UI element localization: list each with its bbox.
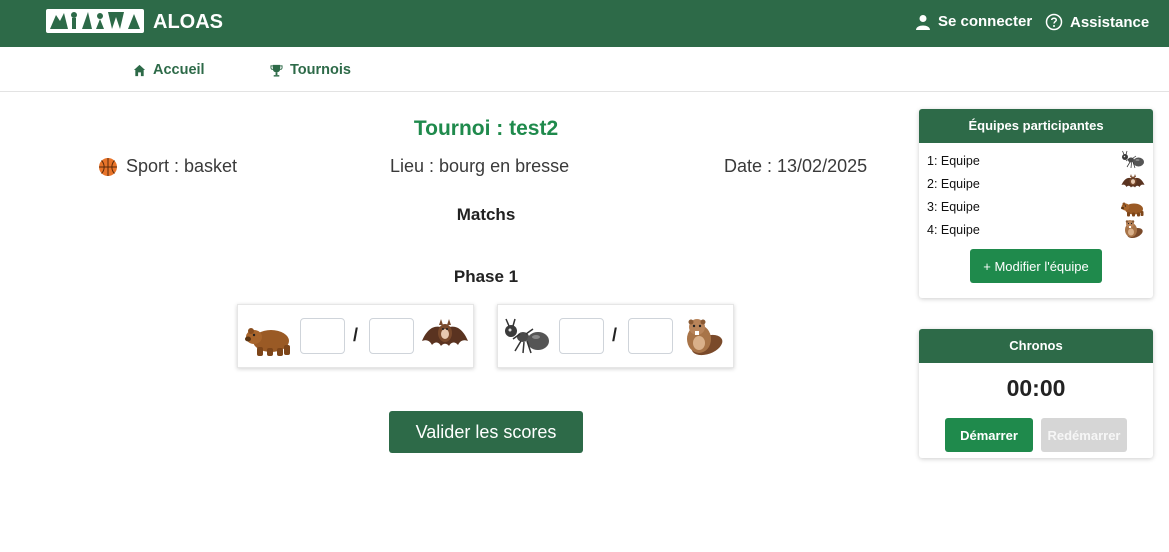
beaver-icon <box>679 315 727 359</box>
timer-display: 00:00 <box>1006 375 1066 401</box>
date-info: Date : 13/02/2025 <box>724 156 867 177</box>
score-input-team-b[interactable] <box>628 318 673 354</box>
score-separator: / <box>612 325 618 345</box>
score-separator: / <box>353 325 359 345</box>
nav-home-label: Accueil <box>153 62 205 78</box>
trophy-icon <box>270 64 283 77</box>
nav-item-home[interactable]: Accueil <box>133 62 205 78</box>
team-label: 4: Equipe <box>927 223 980 237</box>
place-label: Lieu : bourg en bresse <box>390 156 570 176</box>
nav-tournaments-label: Tournois <box>290 62 351 78</box>
nav-bar: Accueil Tournois <box>0 47 1169 92</box>
score-input-team-a[interactable] <box>559 318 604 354</box>
teams-panel: Équipes participantes 1: Equipe 2: Equip… <box>919 109 1153 298</box>
nav-item-tournaments[interactable]: Tournois <box>270 62 351 78</box>
matches-heading: Matchs <box>456 205 516 224</box>
page-title: Tournoi : test2 <box>413 117 559 140</box>
validate-scores-button[interactable]: Valider les scores <box>389 411 583 453</box>
match-card: / <box>237 304 474 368</box>
bear-icon <box>245 315 293 359</box>
ant-icon <box>1121 150 1145 170</box>
chronos-title: Chronos <box>919 329 1153 363</box>
team-label: 3: Equipe <box>927 200 980 214</box>
chronos-panel: Chronos 00:00 Démarrer Redémarrer <box>919 329 1153 458</box>
question-circle-icon <box>1045 13 1063 31</box>
team-label: 2: Equipe <box>927 177 980 191</box>
home-icon <box>133 64 146 76</box>
team-label: 1: Equipe <box>927 154 980 168</box>
bat-icon <box>1121 173 1145 193</box>
ant-icon <box>503 315 551 359</box>
logo[interactable] <box>46 9 144 33</box>
basketball-icon <box>99 157 117 176</box>
start-button[interactable]: Démarrer <box>945 418 1033 452</box>
login-link[interactable]: Se connecter <box>915 13 1032 30</box>
score-input-team-b[interactable] <box>369 318 414 354</box>
brand-name[interactable]: ALOAS <box>153 11 223 34</box>
help-link[interactable]: Assistance <box>1045 13 1149 31</box>
bear-icon <box>1121 197 1145 217</box>
place-info: Lieu : bourg en bresse <box>390 156 569 177</box>
modify-team-button[interactable]: + Modifier l'équipe <box>970 249 1102 283</box>
logo-icon <box>50 12 140 29</box>
phase-heading: Phase 1 <box>453 267 519 286</box>
teams-panel-title: Équipes participantes <box>919 109 1153 143</box>
score-input-team-a[interactable] <box>300 318 345 354</box>
restart-button: Redémarrer <box>1041 418 1127 452</box>
bat-icon <box>421 315 469 359</box>
top-bar: ALOAS Se connecter Assistance <box>0 0 1169 47</box>
login-label: Se connecter <box>938 13 1033 30</box>
beaver-icon <box>1121 219 1145 239</box>
user-icon <box>916 14 930 30</box>
sport-info: Sport : basket <box>98 156 237 177</box>
sport-label: Sport : basket <box>126 156 238 176</box>
match-card: / <box>497 304 734 368</box>
date-label: Date : 13/02/2025 <box>724 156 868 176</box>
help-label: Assistance <box>1070 13 1150 31</box>
